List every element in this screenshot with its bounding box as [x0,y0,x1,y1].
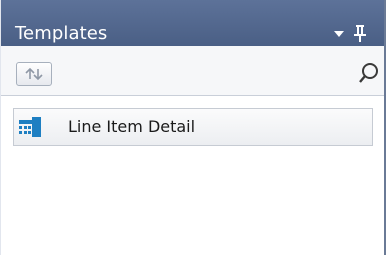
panel-title: Templates [15,23,108,44]
templates-panel: Templates Line Item Detail [0,0,386,255]
search-input[interactable] [56,62,363,88]
templates-list: Line Item Detail [1,96,384,255]
sort-up-down-icon [25,67,43,81]
template-item-label: Line Item Detail [68,117,196,136]
search-icon[interactable] [358,61,380,85]
chevron-down-icon[interactable] [334,31,344,37]
template-item-line-item-detail[interactable]: Line Item Detail [13,108,373,146]
pin-icon[interactable] [353,23,367,43]
sort-button[interactable] [16,62,52,86]
grid-table-icon [19,117,41,137]
panel-titlebar: Templates [1,0,384,47]
